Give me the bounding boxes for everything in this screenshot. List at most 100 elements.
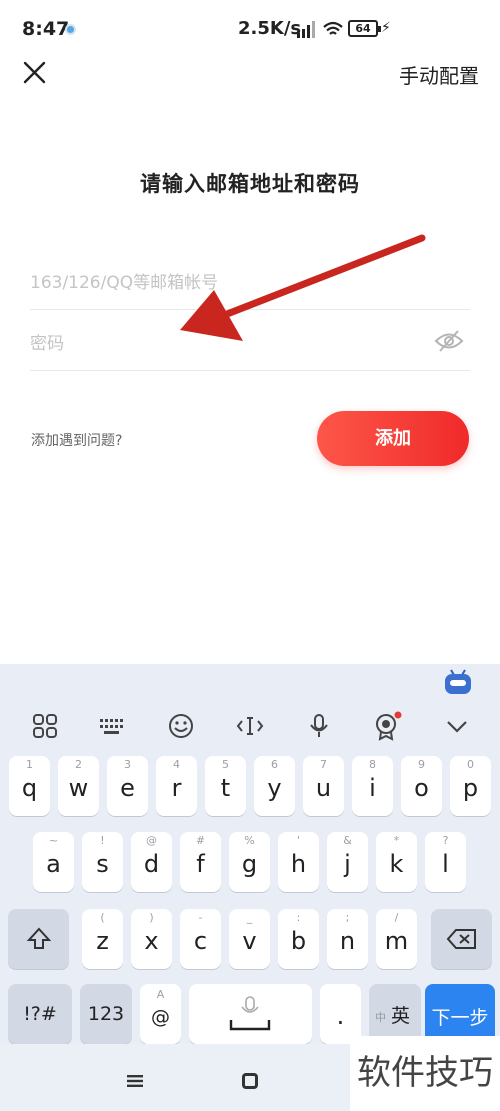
manual-config-button[interactable]: 手动配置 xyxy=(399,60,479,89)
key-u[interactable]: 7u xyxy=(303,756,344,816)
space-mic-icon xyxy=(229,996,271,1031)
signal-icon xyxy=(297,21,315,38)
key-i-label: i xyxy=(369,774,376,802)
key-s-sub: ! xyxy=(100,834,105,847)
key-x-label: x xyxy=(144,927,159,955)
key-x[interactable]: ) x xyxy=(131,909,172,969)
key-c[interactable]: -c xyxy=(180,909,221,969)
key-l[interactable]: ? l xyxy=(425,832,466,892)
battery-icon: 64 xyxy=(348,20,381,37)
collapse-keyboard-icon[interactable] xyxy=(442,711,472,741)
symbols-key[interactable]: !?# xyxy=(8,984,72,1044)
key-f-sub: # xyxy=(195,834,206,847)
key-n[interactable]: ; n xyxy=(327,909,368,969)
key-g[interactable]: % g xyxy=(229,832,270,892)
key-v[interactable]: _ v xyxy=(229,909,270,969)
key-y[interactable]: 6y xyxy=(254,756,295,816)
symbols-key-label: !?# xyxy=(23,1003,57,1025)
key-y-label: y xyxy=(267,774,282,802)
next-step-key[interactable]: 下一步 xyxy=(425,984,495,1044)
help-link[interactable]: 添加遇到问题? xyxy=(31,430,122,450)
key-z[interactable]: (z xyxy=(82,909,123,969)
next-step-key-label: 下一步 xyxy=(431,1007,489,1029)
emoji-icon[interactable] xyxy=(166,711,196,741)
period-key-label: . xyxy=(336,1002,345,1030)
notification-dot-icon xyxy=(65,24,76,35)
key-h[interactable]: ' h xyxy=(278,832,319,892)
key-k-sub: * xyxy=(393,834,400,847)
key-p[interactable]: 0p xyxy=(450,756,491,816)
shift-key[interactable] xyxy=(8,909,69,969)
key-c-sub: - xyxy=(198,911,203,924)
key-f-label: f xyxy=(196,850,205,878)
key-b-label: b xyxy=(290,927,307,955)
numbers-key[interactable]: 123 xyxy=(80,984,132,1044)
key-k[interactable]: * k xyxy=(376,832,417,892)
password-placeholder: 密码 xyxy=(30,334,64,354)
period-key[interactable]: . xyxy=(320,984,361,1044)
key-o[interactable]: 9o xyxy=(401,756,442,816)
keyboard-layout-icon[interactable] xyxy=(97,711,127,741)
network-speed: 2.5K/s xyxy=(238,18,302,39)
at-key[interactable]: A @ xyxy=(140,984,181,1044)
email-field[interactable]: 163/126/QQ等邮箱帐号 xyxy=(30,250,470,310)
key-a-sub: ~ xyxy=(48,834,59,847)
recent-apps-icon[interactable] xyxy=(127,1075,143,1087)
key-i[interactable]: 8i xyxy=(352,756,393,816)
key-b[interactable]: :b xyxy=(278,909,319,969)
key-e[interactable]: 3e xyxy=(107,756,148,816)
key-k-label: k xyxy=(389,850,404,878)
key-t[interactable]: 5t xyxy=(205,756,246,816)
space-key[interactable] xyxy=(189,984,312,1044)
hide-password-icon[interactable] xyxy=(434,329,464,353)
key-a[interactable]: ~ a xyxy=(33,832,74,892)
key-s-label: s xyxy=(96,850,109,878)
key-g-label: g xyxy=(241,850,258,878)
key-o-label: o xyxy=(414,774,429,802)
key-s[interactable]: ! s xyxy=(82,832,123,892)
language-key-sub: 中 xyxy=(375,1011,386,1024)
email-placeholder: 163/126/QQ等邮箱帐号 xyxy=(30,273,219,293)
key-v-sub: _ xyxy=(246,911,253,924)
key-d[interactable]: @ d xyxy=(131,832,172,892)
key-e-label: e xyxy=(120,774,135,802)
key-j-sub: & xyxy=(343,834,352,847)
at-key-sub: A xyxy=(156,988,165,1001)
apps-grid-icon[interactable] xyxy=(30,711,60,741)
key-n-label: n xyxy=(339,927,356,955)
wifi-icon xyxy=(323,21,343,35)
key-i-sub: 8 xyxy=(369,758,376,771)
key-f[interactable]: # f xyxy=(180,832,221,892)
key-q[interactable]: 1q xyxy=(9,756,50,816)
key-w[interactable]: 2w xyxy=(58,756,99,816)
cursor-move-icon[interactable] xyxy=(235,711,265,741)
key-r[interactable]: 4r xyxy=(156,756,197,816)
key-o-sub: 9 xyxy=(418,758,425,771)
microphone-icon[interactable] xyxy=(304,711,334,741)
key-j[interactable]: & j xyxy=(327,832,368,892)
assistant-robot-icon[interactable] xyxy=(443,668,473,696)
watermark: 软件技巧 xyxy=(350,1036,500,1111)
key-c-label: c xyxy=(193,927,208,955)
key-w-label: w xyxy=(68,774,89,802)
backspace-key[interactable] xyxy=(431,909,492,969)
page-title: 请输入邮箱地址和密码 xyxy=(140,172,360,196)
soft-keyboard: !?# 123 A @ . 中 英 下一步 1q2w3e4r5t6y7u8i9o… xyxy=(0,664,500,1044)
key-t-sub: 5 xyxy=(222,758,229,771)
key-e-sub: 3 xyxy=(124,758,131,771)
key-n-sub: ; xyxy=(345,911,350,924)
skin-badge-icon[interactable] xyxy=(372,711,402,741)
key-r-sub: 4 xyxy=(173,758,180,771)
key-m[interactable]: / m xyxy=(376,909,417,969)
add-button[interactable]: 添加 xyxy=(317,411,469,466)
key-h-sub: ' xyxy=(296,834,301,847)
key-p-sub: 0 xyxy=(467,758,474,771)
key-z-label: z xyxy=(96,927,109,955)
home-icon[interactable] xyxy=(242,1073,258,1089)
key-u-label: u xyxy=(315,774,332,802)
close-icon[interactable] xyxy=(20,58,50,88)
key-z-sub: ( xyxy=(100,911,105,924)
password-field[interactable]: 密码 xyxy=(30,311,470,371)
key-q-label: q xyxy=(21,774,38,802)
language-switch-key[interactable]: 中 英 xyxy=(369,984,421,1044)
